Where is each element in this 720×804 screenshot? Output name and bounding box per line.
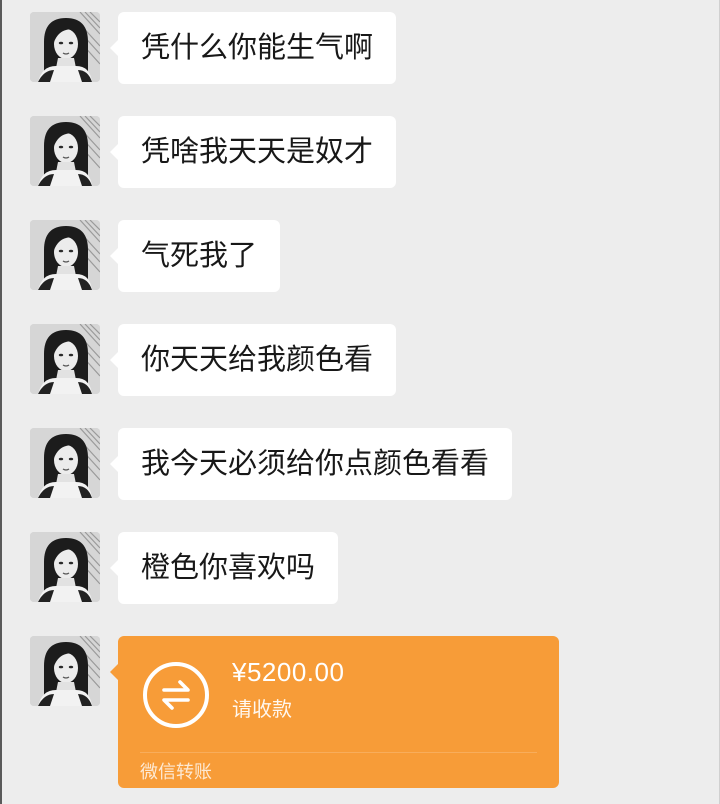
chat-message-list[interactable]: 凭什么你能生气啊 凭啥我天天是奴才 气死我了 你天天给我颜色看 我今天必须给你点… <box>0 0 720 804</box>
message-row: 橙色你喜欢吗 <box>0 532 720 604</box>
contact-avatar[interactable] <box>30 116 100 186</box>
contact-avatar[interactable] <box>30 428 100 498</box>
contact-avatar[interactable] <box>30 12 100 82</box>
message-bubble: 我今天必须给你点颜色看看 <box>109 428 513 500</box>
transfer-amount: ¥5200.00 <box>232 657 345 687</box>
message-bubble: 凭什么你能生气啊 <box>109 12 397 84</box>
transfer-card[interactable]: ¥5200.00 请收款 微信转账 <box>110 636 559 788</box>
message-bubble: 气死我了 <box>109 220 281 292</box>
message-bubble: 凭啥我天天是奴才 <box>109 116 397 188</box>
avatar-photo-icon <box>30 428 100 498</box>
message-row: 你天天给我颜色看 <box>0 324 720 396</box>
avatar-photo-icon <box>30 220 100 290</box>
contact-avatar[interactable] <box>30 220 100 290</box>
message-row: ¥5200.00 请收款 微信转账 <box>0 636 720 788</box>
contact-avatar[interactable] <box>30 324 100 394</box>
contact-avatar[interactable] <box>30 636 100 706</box>
avatar-photo-icon <box>30 532 100 602</box>
message-bubble: 橙色你喜欢吗 <box>109 532 339 604</box>
transfer-divider <box>140 752 537 753</box>
avatar-photo-icon <box>30 324 100 394</box>
message-row: 凭啥我天天是奴才 <box>0 116 720 188</box>
message-row: 我今天必须给你点颜色看看 <box>0 428 720 500</box>
contact-avatar[interactable] <box>30 532 100 602</box>
message-row: 气死我了 <box>0 220 720 292</box>
avatar-photo-icon <box>30 116 100 186</box>
avatar-photo-icon <box>30 12 100 82</box>
message-row: 凭什么你能生气啊 <box>0 12 720 84</box>
transfer-status: 请收款 <box>232 699 292 721</box>
avatar-photo-icon <box>30 636 100 706</box>
transfer-arrows-icon <box>143 662 209 728</box>
message-bubble: 你天天给我颜色看 <box>109 324 397 396</box>
transfer-label: 微信转账 <box>140 762 212 782</box>
